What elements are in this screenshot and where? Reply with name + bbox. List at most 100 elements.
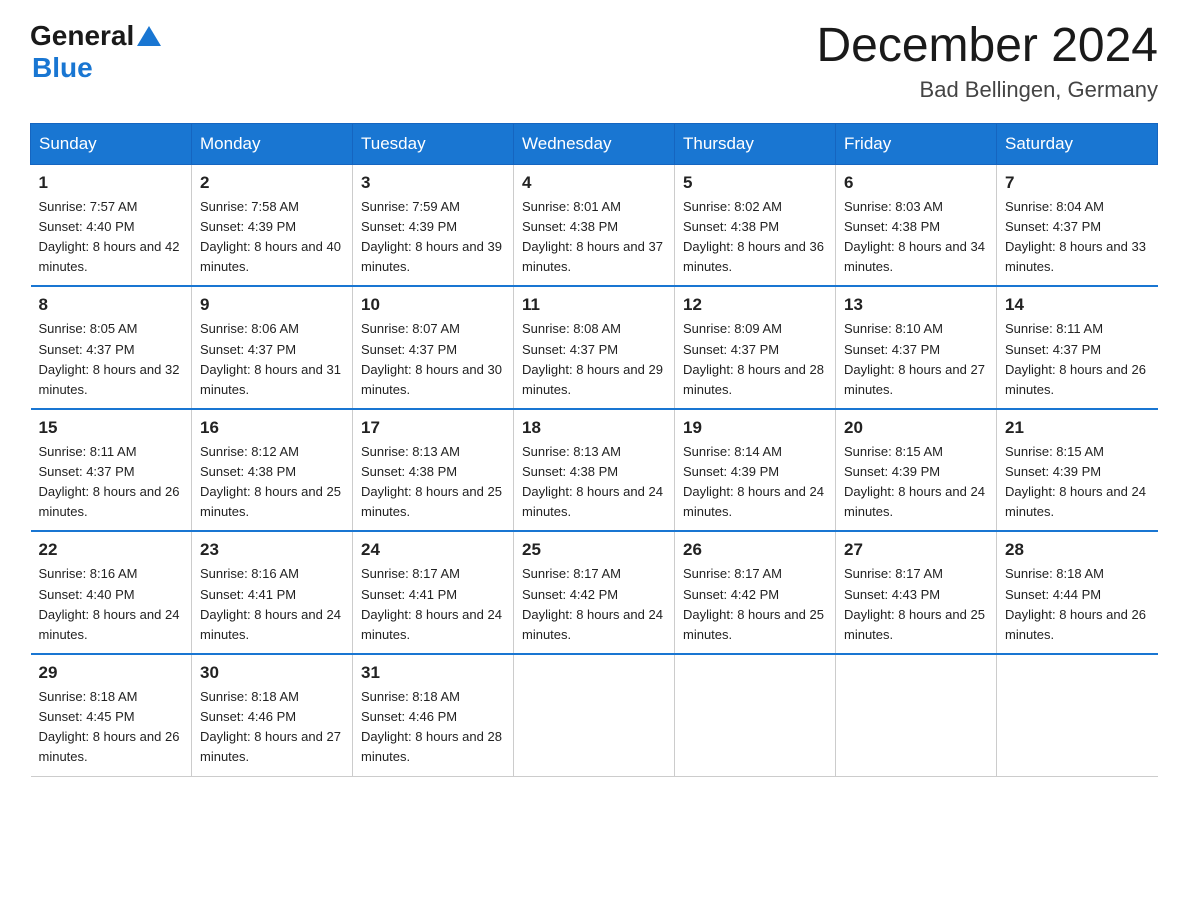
- day-info: Sunrise: 8:13 AMSunset: 4:38 PMDaylight:…: [522, 442, 666, 523]
- day-number: 24: [361, 540, 505, 560]
- calendar-cell: [675, 654, 836, 776]
- day-number: 1: [39, 173, 184, 193]
- day-number: 31: [361, 663, 505, 683]
- day-info: Sunrise: 8:04 AMSunset: 4:37 PMDaylight:…: [1005, 197, 1150, 278]
- calendar-cell: 7Sunrise: 8:04 AMSunset: 4:37 PMDaylight…: [997, 164, 1158, 286]
- calendar-cell: 27Sunrise: 8:17 AMSunset: 4:43 PMDayligh…: [836, 531, 997, 654]
- header-tuesday: Tuesday: [353, 123, 514, 164]
- calendar-cell: 19 Sunrise: 8:14 AMSunset: 4:39 PMDayligh…: [675, 409, 836, 532]
- calendar-cell: 1 Sunrise: 7:57 AMSunset: 4:40 PMDaylight…: [31, 164, 192, 286]
- calendar-cell: 20 Sunrise: 8:15 AMSunset: 4:39 PMDayligh…: [836, 409, 997, 532]
- day-number: 16: [200, 418, 344, 438]
- day-info: Sunrise: 8:17 AMSunset: 4:42 PMDaylight:…: [683, 564, 827, 645]
- calendar-cell: 28Sunrise: 8:18 AMSunset: 4:44 PMDayligh…: [997, 531, 1158, 654]
- location-subtitle: Bad Bellingen, Germany: [816, 77, 1158, 103]
- calendar-week-row: 15Sunrise: 8:11 AMSunset: 4:37 PMDayligh…: [31, 409, 1158, 532]
- day-number: 8: [39, 295, 184, 315]
- day-info: Sunrise: 8:13 AMSunset: 4:38 PMDaylight:…: [361, 442, 505, 523]
- calendar-cell: 23 Sunrise: 8:16 AMSunset: 4:41 PMDayligh…: [192, 531, 353, 654]
- calendar-cell: [514, 654, 675, 776]
- day-info: Sunrise: 7:59 AMSunset: 4:39 PMDaylight:…: [361, 197, 505, 278]
- header-sunday: Sunday: [31, 123, 192, 164]
- day-info: Sunrise: 7:58 AMSunset: 4:39 PMDaylight:…: [200, 197, 344, 278]
- day-info: Sunrise: 8:03 AMSunset: 4:38 PMDaylight:…: [844, 197, 988, 278]
- day-info: Sunrise: 8:17 AMSunset: 4:41 PMDaylight:…: [361, 564, 505, 645]
- day-info: Sunrise: 8:06 AMSunset: 4:37 PMDaylight:…: [200, 319, 344, 400]
- logo-general-text: General: [30, 20, 134, 52]
- day-number: 12: [683, 295, 827, 315]
- calendar-cell: [836, 654, 997, 776]
- calendar-cell: 15Sunrise: 8:11 AMSunset: 4:37 PMDayligh…: [31, 409, 192, 532]
- calendar-cell: 10Sunrise: 8:07 AMSunset: 4:37 PMDayligh…: [353, 286, 514, 409]
- day-info: Sunrise: 8:11 AMSunset: 4:37 PMDaylight:…: [1005, 319, 1150, 400]
- calendar-cell: 13Sunrise: 8:10 AMSunset: 4:37 PMDayligh…: [836, 286, 997, 409]
- title-section: December 2024 Bad Bellingen, Germany: [816, 20, 1158, 103]
- calendar-cell: 6 Sunrise: 8:03 AMSunset: 4:38 PMDaylight…: [836, 164, 997, 286]
- day-number: 2: [200, 173, 344, 193]
- day-info: Sunrise: 8:09 AMSunset: 4:37 PMDaylight:…: [683, 319, 827, 400]
- day-info: Sunrise: 8:17 AMSunset: 4:42 PMDaylight:…: [522, 564, 666, 645]
- page-header: General Blue December 2024 Bad Bellingen…: [30, 20, 1158, 103]
- day-info: Sunrise: 8:02 AMSunset: 4:38 PMDaylight:…: [683, 197, 827, 278]
- day-info: Sunrise: 8:12 AMSunset: 4:38 PMDaylight:…: [200, 442, 344, 523]
- header-thursday: Thursday: [675, 123, 836, 164]
- day-number: 26: [683, 540, 827, 560]
- calendar-cell: 16 Sunrise: 8:12 AMSunset: 4:38 PMDayligh…: [192, 409, 353, 532]
- calendar-cell: 9 Sunrise: 8:06 AMSunset: 4:37 PMDaylight…: [192, 286, 353, 409]
- calendar-cell: 29 Sunrise: 8:18 AMSunset: 4:45 PMDayligh…: [31, 654, 192, 776]
- day-info: Sunrise: 7:57 AMSunset: 4:40 PMDaylight:…: [39, 197, 184, 278]
- day-number: 27: [844, 540, 988, 560]
- day-info: Sunrise: 8:11 AMSunset: 4:37 PMDaylight:…: [39, 442, 184, 523]
- calendar-cell: 8Sunrise: 8:05 AMSunset: 4:37 PMDaylight…: [31, 286, 192, 409]
- day-number: 29: [39, 663, 184, 683]
- header-wednesday: Wednesday: [514, 123, 675, 164]
- day-number: 21: [1005, 418, 1150, 438]
- calendar-week-row: 1 Sunrise: 7:57 AMSunset: 4:40 PMDaylight…: [31, 164, 1158, 286]
- calendar-week-row: 8Sunrise: 8:05 AMSunset: 4:37 PMDaylight…: [31, 286, 1158, 409]
- header-saturday: Saturday: [997, 123, 1158, 164]
- day-info: Sunrise: 8:15 AMSunset: 4:39 PMDaylight:…: [1005, 442, 1150, 523]
- calendar-week-row: 29 Sunrise: 8:18 AMSunset: 4:45 PMDayligh…: [31, 654, 1158, 776]
- calendar-cell: 3 Sunrise: 7:59 AMSunset: 4:39 PMDaylight…: [353, 164, 514, 286]
- day-info: Sunrise: 8:18 AMSunset: 4:46 PMDaylight:…: [200, 687, 344, 768]
- day-number: 4: [522, 173, 666, 193]
- header-friday: Friday: [836, 123, 997, 164]
- day-number: 5: [683, 173, 827, 193]
- day-number: 18: [522, 418, 666, 438]
- day-number: 19: [683, 418, 827, 438]
- day-info: Sunrise: 8:08 AMSunset: 4:37 PMDaylight:…: [522, 319, 666, 400]
- calendar-header-row: SundayMondayTuesdayWednesdayThursdayFrid…: [31, 123, 1158, 164]
- logo-triangle-icon: [137, 26, 161, 46]
- day-info: Sunrise: 8:18 AMSunset: 4:46 PMDaylight:…: [361, 687, 505, 768]
- calendar-cell: 5 Sunrise: 8:02 AMSunset: 4:38 PMDaylight…: [675, 164, 836, 286]
- day-number: 3: [361, 173, 505, 193]
- calendar-cell: 31 Sunrise: 8:18 AMSunset: 4:46 PMDayligh…: [353, 654, 514, 776]
- day-info: Sunrise: 8:10 AMSunset: 4:37 PMDaylight:…: [844, 319, 988, 400]
- calendar-cell: [997, 654, 1158, 776]
- day-number: 17: [361, 418, 505, 438]
- calendar-cell: 30Sunrise: 8:18 AMSunset: 4:46 PMDayligh…: [192, 654, 353, 776]
- day-info: Sunrise: 8:16 AMSunset: 4:40 PMDaylight:…: [39, 564, 184, 645]
- day-info: Sunrise: 8:18 AMSunset: 4:45 PMDaylight:…: [39, 687, 184, 768]
- calendar-week-row: 22Sunrise: 8:16 AMSunset: 4:40 PMDayligh…: [31, 531, 1158, 654]
- calendar-cell: 18 Sunrise: 8:13 AMSunset: 4:38 PMDayligh…: [514, 409, 675, 532]
- calendar-cell: 21 Sunrise: 8:15 AMSunset: 4:39 PMDayligh…: [997, 409, 1158, 532]
- day-number: 23: [200, 540, 344, 560]
- day-info: Sunrise: 8:15 AMSunset: 4:39 PMDaylight:…: [844, 442, 988, 523]
- day-number: 28: [1005, 540, 1150, 560]
- day-number: 9: [200, 295, 344, 315]
- calendar-cell: 25 Sunrise: 8:17 AMSunset: 4:42 PMDayligh…: [514, 531, 675, 654]
- day-number: 11: [522, 295, 666, 315]
- day-number: 20: [844, 418, 988, 438]
- day-info: Sunrise: 8:16 AMSunset: 4:41 PMDaylight:…: [200, 564, 344, 645]
- calendar-table: SundayMondayTuesdayWednesdayThursdayFrid…: [30, 123, 1158, 777]
- calendar-cell: 24 Sunrise: 8:17 AMSunset: 4:41 PMDayligh…: [353, 531, 514, 654]
- day-number: 6: [844, 173, 988, 193]
- day-info: Sunrise: 8:07 AMSunset: 4:37 PMDaylight:…: [361, 319, 505, 400]
- calendar-cell: 2 Sunrise: 7:58 AMSunset: 4:39 PMDaylight…: [192, 164, 353, 286]
- header-monday: Monday: [192, 123, 353, 164]
- day-info: Sunrise: 8:01 AMSunset: 4:38 PMDaylight:…: [522, 197, 666, 278]
- day-number: 25: [522, 540, 666, 560]
- day-info: Sunrise: 8:14 AMSunset: 4:39 PMDaylight:…: [683, 442, 827, 523]
- calendar-cell: 14Sunrise: 8:11 AMSunset: 4:37 PMDayligh…: [997, 286, 1158, 409]
